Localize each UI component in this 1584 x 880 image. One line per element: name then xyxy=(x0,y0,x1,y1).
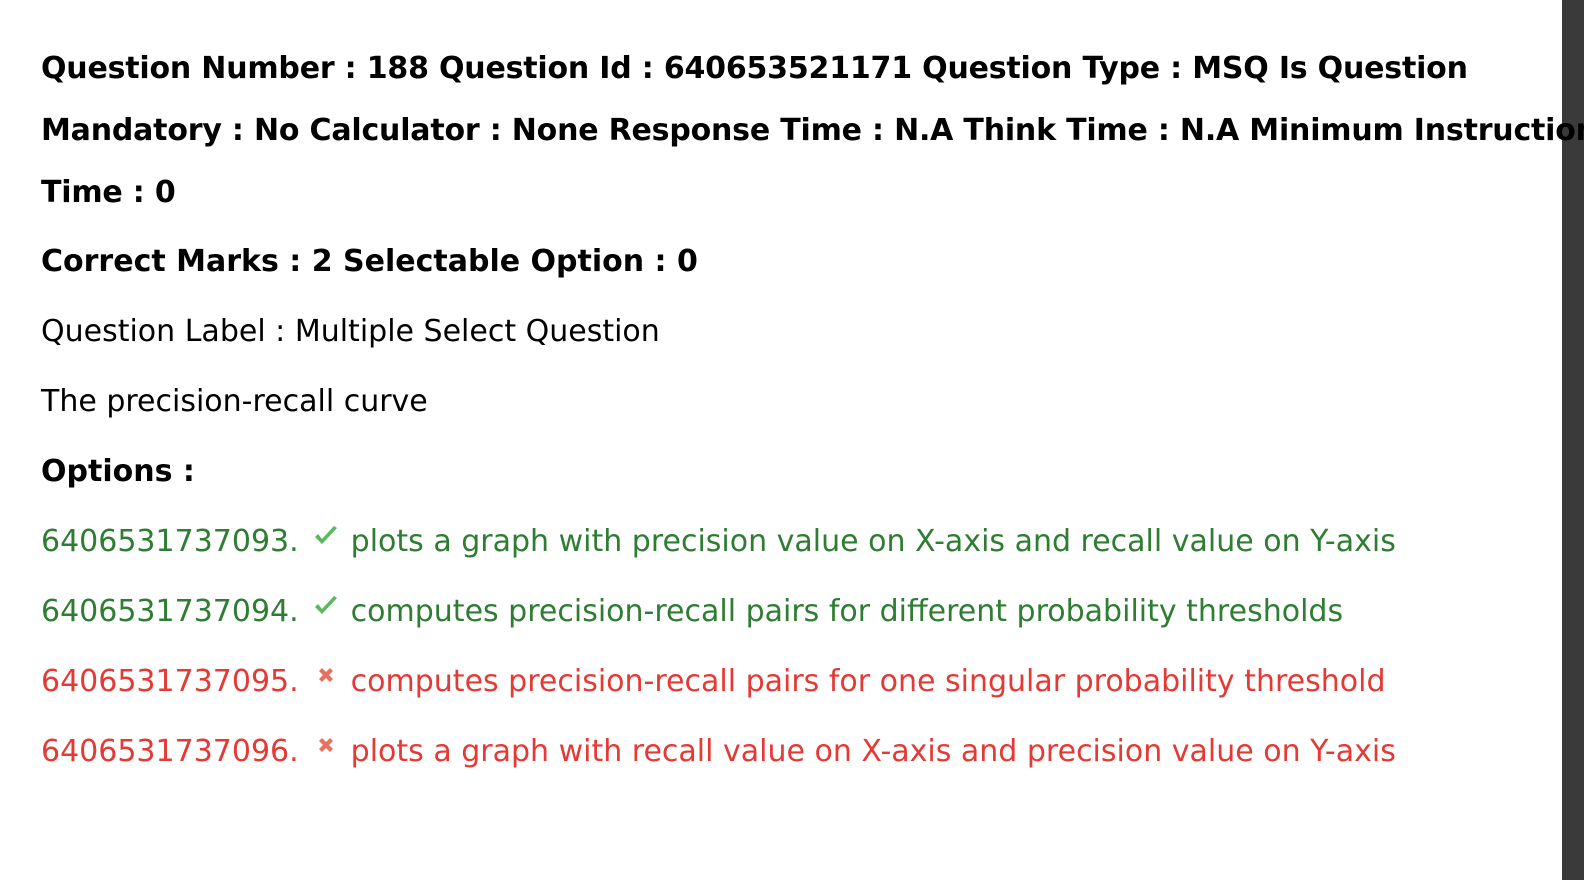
question-meta-line-3: Time : 0 xyxy=(41,175,176,210)
option-item: 6406531737093. plots a graph with precis… xyxy=(41,522,1521,562)
option-text: computes precision-recall pairs for diff… xyxy=(350,594,1344,629)
option-id: 6406531737095. xyxy=(41,664,299,699)
option-item: 6406531737096. plots a graph with recall… xyxy=(41,732,1521,772)
check-icon xyxy=(309,522,343,562)
options-heading: Options : xyxy=(41,454,195,489)
option-id: 6406531737094. xyxy=(41,594,299,629)
option-text: plots a graph with recall value on X-axi… xyxy=(350,734,1396,769)
question-text: The precision-recall curve xyxy=(41,384,428,419)
cross-icon xyxy=(309,662,343,702)
cross-icon xyxy=(309,732,343,772)
question-label: Question Label : Multiple Select Questio… xyxy=(41,314,660,349)
option-item: 6406531737095. computes precision-recall… xyxy=(41,662,1521,702)
question-meta-line-2: Mandatory : No Calculator : None Respons… xyxy=(41,113,1584,148)
check-icon xyxy=(309,592,343,632)
option-id: 6406531737093. xyxy=(41,524,299,559)
option-text: plots a graph with precision value on X-… xyxy=(350,524,1396,559)
option-text: computes precision-recall pairs for one … xyxy=(350,664,1386,699)
question-block: Question Number : 188 Question Id : 6406… xyxy=(41,38,1584,772)
marks-line: Correct Marks : 2 Selectable Option : 0 xyxy=(41,244,698,279)
question-meta-line-1: Question Number : 188 Question Id : 6406… xyxy=(41,51,1468,86)
option-item: 6406531737094. computes precision-recall… xyxy=(41,592,1521,632)
option-id: 6406531737096. xyxy=(41,734,299,769)
